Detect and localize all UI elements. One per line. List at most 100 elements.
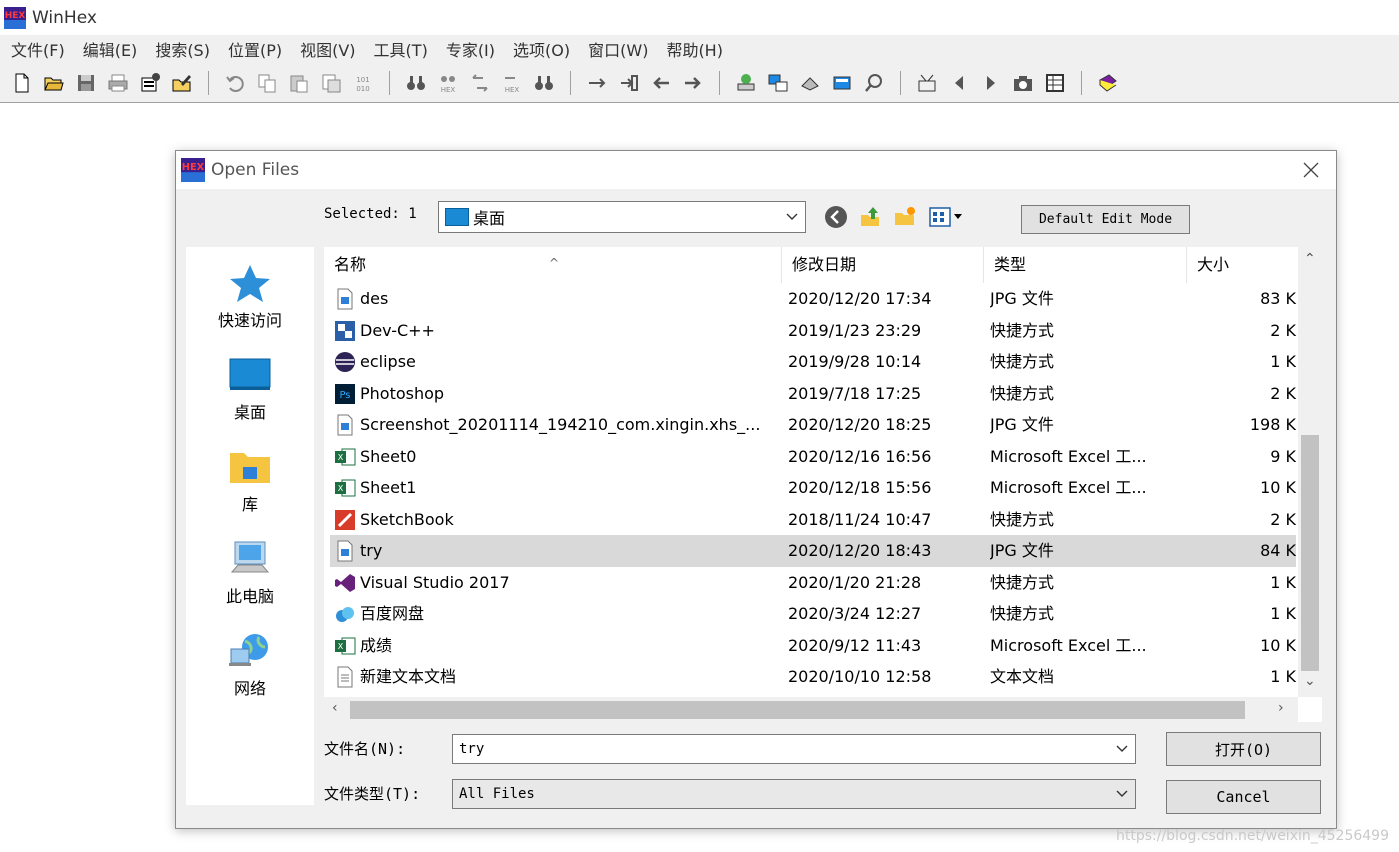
horizontal-scrollbar[interactable]: ‹ › [324, 697, 1298, 722]
new-folder-icon[interactable] [892, 204, 918, 230]
scroll-right-icon[interactable]: › [1278, 700, 1284, 716]
filetype-select[interactable]: All Files [452, 779, 1136, 809]
place-label: 网络 [233, 679, 266, 698]
place-this-pc[interactable]: 此电脑 [186, 539, 314, 607]
file-row[interactable]: Visual Studio 2017 2020/1/20 21:28 快捷方式 1 K [330, 567, 1296, 599]
filename-input[interactable]: try [452, 734, 1136, 764]
file-row[interactable]: Dev-C++ 2019/1/23 23:29 快捷方式 2 K [330, 315, 1296, 347]
main-toolbar: 101 010 HEX HEX [0, 63, 1399, 103]
column-header-type[interactable]: 类型 [984, 247, 1187, 283]
place-quick-access[interactable]: 快速访问 [186, 263, 314, 331]
menu-position[interactable]: 位置(P) [221, 37, 293, 61]
svg-text:HEX: HEX [5, 11, 26, 21]
paste-block-icon[interactable] [318, 70, 344, 96]
open-ram-icon[interactable] [765, 70, 791, 96]
file-row[interactable]: X Sheet0 2020/12/16 16:56 Microsoft Excel 工… [330, 441, 1296, 473]
find-again-icon[interactable] [531, 70, 557, 96]
file-row[interactable]: 新建文本文档 2020/10/10 12:58 文本文档 1 K [330, 661, 1296, 693]
menu-view[interactable]: 视图(V) [293, 37, 366, 61]
file-row[interactable]: X 成绩 2020/9/12 11:43 Microsoft Excel 工... 10… [330, 630, 1296, 662]
menu-help[interactable]: 帮助(H) [659, 37, 734, 61]
menu-edit[interactable]: 编辑(E) [76, 37, 149, 61]
file-row[interactable]: 百度网盘 2020/3/24 12:27 快捷方式 1 K [330, 598, 1296, 630]
vertical-scrollbar[interactable]: ⌃ ⌄ [1298, 247, 1322, 697]
open-folder-icon[interactable] [41, 70, 67, 96]
new-file-icon[interactable] [9, 70, 35, 96]
paste-icon[interactable] [286, 70, 312, 96]
find-text-icon[interactable] [403, 70, 429, 96]
cancel-button[interactable]: Cancel [1166, 780, 1321, 814]
file-row[interactable]: X Sheet1 2020/12/18 15:56 Microsoft Excel 工… [330, 472, 1296, 504]
horizontal-scroll-thumb[interactable] [350, 701, 1245, 719]
print-icon[interactable] [105, 70, 131, 96]
replace-text-icon[interactable] [467, 70, 493, 96]
image-file-icon [334, 288, 356, 310]
dialog-title: Open Files [211, 160, 300, 180]
scroll-left-icon[interactable]: ‹ [332, 700, 338, 716]
menu-specialist[interactable]: 专家(I) [439, 37, 506, 61]
file-row[interactable]: try 2020/12/20 18:43 JPG 文件 84 K [330, 535, 1296, 567]
menu-search[interactable]: 搜索(S) [148, 37, 221, 61]
template-icon[interactable] [914, 70, 940, 96]
place-desktop[interactable]: 桌面 [186, 355, 314, 423]
menu-options[interactable]: 选项(O) [506, 37, 581, 61]
file-type: JPG 文件 [990, 289, 1054, 308]
desktop-icon [445, 208, 469, 226]
previous-icon[interactable] [946, 70, 972, 96]
menu-window[interactable]: 窗口(W) [581, 37, 659, 61]
scroll-up-icon[interactable]: ⌃ [1304, 251, 1316, 267]
grid-icon[interactable] [1042, 70, 1068, 96]
file-row[interactable]: Ps Photoshop 2019/7/18 17:25 快捷方式 2 K [330, 378, 1296, 410]
scroll-down-icon[interactable]: ⌄ [1304, 673, 1316, 689]
selected-count-label: Selected: 1 [324, 206, 417, 222]
open-disk-icon[interactable] [733, 70, 759, 96]
edit-file-icon[interactable] [169, 70, 195, 96]
desktop-icon [229, 358, 271, 390]
undo-icon[interactable] [222, 70, 248, 96]
file-row[interactable]: Screenshot_20201114_194210_com.xingin.xh… [330, 409, 1296, 441]
view-menu-icon[interactable] [928, 204, 968, 230]
search-icon[interactable] [861, 70, 887, 96]
replace-hex-icon[interactable]: HEX [499, 70, 525, 96]
up-folder-icon[interactable] [857, 204, 883, 230]
properties-icon[interactable] [137, 70, 163, 96]
file-type: 快捷方式 [990, 572, 1055, 592]
column-header-name[interactable]: 名称 ^ [324, 247, 782, 283]
place-label: 库 [241, 495, 258, 514]
chevron-down-icon[interactable] [1115, 787, 1129, 801]
place-network[interactable]: 网络 [186, 631, 314, 699]
look-in-dropdown[interactable]: 桌面 [438, 201, 806, 233]
column-header-date[interactable]: 修改日期 [782, 247, 984, 283]
vertical-scroll-thumb[interactable] [1301, 435, 1319, 671]
back-icon[interactable] [648, 70, 674, 96]
chevron-down-icon[interactable] [1115, 742, 1129, 756]
filename-label: 文件名(N): [324, 740, 406, 758]
copy-icon[interactable] [254, 70, 280, 96]
find-hex-icon[interactable]: HEX [435, 70, 461, 96]
file-row[interactable]: des 2020/12/20 17:34 JPG 文件 83 K [330, 283, 1296, 315]
disk-tools-icon[interactable] [797, 70, 823, 96]
file-row[interactable]: SketchBook 2018/11/24 10:47 快捷方式 2 K [330, 504, 1296, 536]
forward-icon[interactable] [680, 70, 706, 96]
menu-file[interactable]: 文件(F) [4, 37, 76, 61]
toolbar-separator [570, 70, 571, 95]
help-book-icon[interactable] [1095, 70, 1121, 96]
column-header-size[interactable]: 大小 [1187, 247, 1298, 283]
save-icon[interactable] [73, 70, 99, 96]
next-icon[interactable] [978, 70, 1004, 96]
open-button[interactable]: 打开(O) [1166, 732, 1321, 766]
back-nav-icon[interactable] [823, 204, 849, 230]
calculator-icon[interactable] [829, 70, 855, 96]
file-size: 9 K [1270, 446, 1296, 466]
place-library[interactable]: 库 [186, 447, 314, 515]
default-edit-mode-button[interactable]: Default Edit Mode [1021, 205, 1190, 234]
goto-sector-icon[interactable] [616, 70, 642, 96]
file-type: 快捷方式 [990, 383, 1055, 403]
svg-text:HEX: HEX [505, 86, 520, 94]
camera-icon[interactable] [1010, 70, 1036, 96]
goto-offset-icon[interactable] [584, 70, 610, 96]
file-row[interactable]: eclipse 2019/9/28 10:14 快捷方式 1 K [330, 346, 1296, 378]
binary-icon[interactable]: 101 010 [350, 70, 376, 96]
close-icon[interactable] [1300, 159, 1322, 181]
menu-tools[interactable]: 工具(T) [367, 37, 439, 61]
